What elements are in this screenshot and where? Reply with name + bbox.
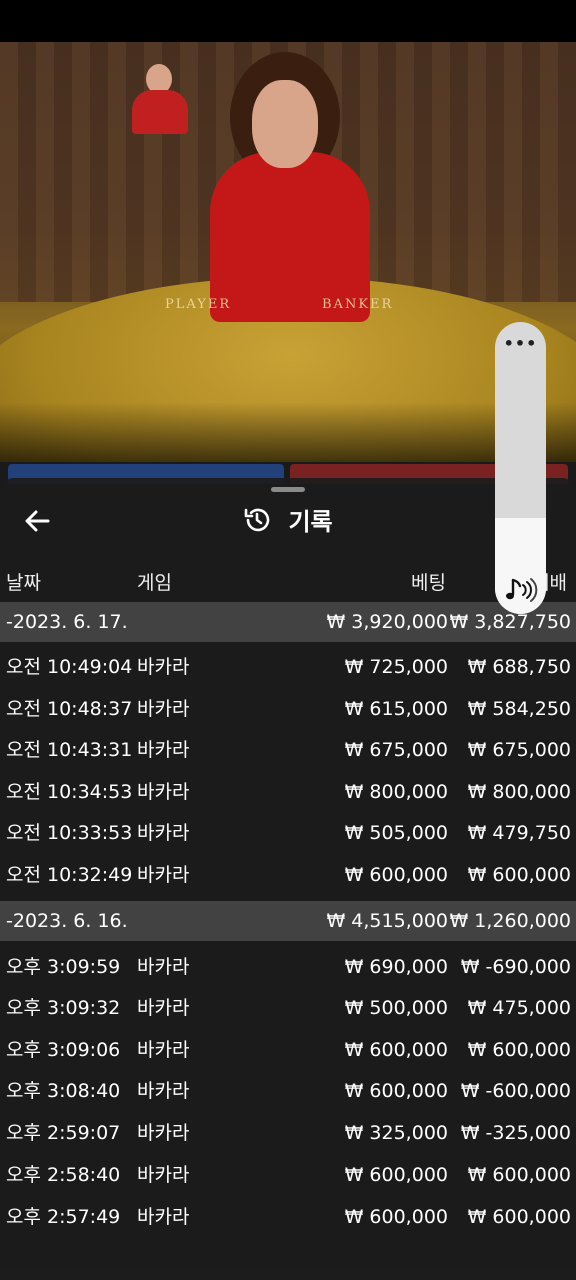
group-date: -2023. 6. 16. [6, 910, 128, 932]
table-row[interactable]: 오후 2:58:40 바카라 ₩ 600,000 ₩ 600,000 [0, 1155, 576, 1196]
page-title: 기록 [288, 508, 333, 536]
entry-game: 바카라 [137, 739, 190, 761]
background-dealer [128, 62, 192, 134]
entry-time: 오전 10:43:31 [6, 739, 133, 761]
table-row[interactable]: 오전 10:32:49 바카라 ₩ 600,000 ₩ 600,000 [0, 855, 576, 896]
entry-game: 바카라 [137, 864, 190, 886]
entry-game: 바카라 [137, 997, 190, 1019]
entry-time: 오후 2:59:07 [6, 1122, 121, 1144]
entry-bet: ₩ 725,000 [344, 656, 448, 678]
entry-bet: ₩ 600,000 [344, 1039, 448, 1061]
entry-bet: ₩ 600,000 [344, 864, 448, 886]
entry-game: 바카라 [137, 1164, 190, 1186]
history-sheet: 기록 날짜 게임 베팅 배배 -2023. 6. 17. ₩ 3,920,000 ₩… [0, 478, 576, 1280]
live-dealer-video: PLAYER BANKER [0, 42, 576, 482]
status-bar [0, 0, 576, 42]
table-label-player: PLAYER [165, 297, 232, 312]
group-date: -2023. 6. 17. [6, 611, 128, 633]
entry-time: 오후 2:58:40 [6, 1164, 121, 1186]
table-row[interactable]: 오후 3:08:40 바카라 ₩ 600,000 ₩ -600,000 [0, 1071, 576, 1112]
entry-game: 바카라 [137, 656, 190, 678]
entry-time: 오전 10:34:53 [6, 781, 133, 803]
volume-slider[interactable]: ••• [495, 322, 546, 614]
column-header-date: 날짜 [6, 572, 41, 594]
entry-game: 바카라 [137, 822, 190, 844]
table-row[interactable]: 오후 3:09:32 바카라 ₩ 500,000 ₩ 475,000 [0, 988, 576, 1029]
entry-payout: ₩ 800,000 [467, 781, 571, 803]
entry-bet: ₩ 325,000 [344, 1122, 448, 1144]
more-options-icon[interactable]: ••• [495, 334, 546, 353]
entry-payout: ₩ -600,000 [460, 1080, 571, 1102]
entry-payout: ₩ -690,000 [460, 956, 571, 978]
table-row[interactable]: 오후 2:57:49 바카라 ₩ 600,000 ₩ 600,000 [0, 1197, 576, 1238]
column-header-game: 게임 [137, 572, 172, 594]
entry-bet: ₩ 600,000 [344, 1164, 448, 1186]
entry-payout: ₩ -325,000 [460, 1122, 571, 1144]
date-group-row: -2023. 6. 16. ₩ 4,515,000 ₩ 1,260,000 [0, 901, 576, 941]
entry-payout: ₩ 584,250 [467, 698, 571, 720]
entry-game: 바카라 [137, 781, 190, 803]
entry-payout: ₩ 600,000 [467, 1164, 571, 1186]
entry-bet: ₩ 600,000 [344, 1080, 448, 1102]
entry-bet: ₩ 675,000 [344, 739, 448, 761]
entry-game: 바카라 [137, 1080, 190, 1102]
entry-bet: ₩ 690,000 [344, 956, 448, 978]
entry-time: 오전 10:49:04 [6, 656, 133, 678]
entry-time: 오전 10:32:49 [6, 864, 133, 886]
table-row[interactable]: 오전 10:34:53 바카라 ₩ 800,000 ₩ 800,000 [0, 772, 576, 813]
entry-payout: ₩ 675,000 [467, 739, 571, 761]
entry-payout: ₩ 475,000 [467, 997, 571, 1019]
column-header-bet: 베팅 [411, 572, 446, 594]
entry-time: 오후 3:08:40 [6, 1080, 121, 1102]
entry-bet: ₩ 505,000 [344, 822, 448, 844]
entry-payout: ₩ 688,750 [467, 656, 571, 678]
entry-payout: ₩ 600,000 [467, 1206, 571, 1228]
table-label-banker: BANKER [322, 297, 394, 312]
sheet-grab-handle[interactable] [271, 487, 305, 492]
table-row[interactable]: 오전 10:49:04 바카라 ₩ 725,000 ₩ 688,750 [0, 647, 576, 688]
history-title: 기록 [0, 502, 576, 542]
entry-time: 오후 3:09:59 [6, 956, 121, 978]
date-group-row: -2023. 6. 17. ₩ 3,920,000 ₩ 3,827,750 [0, 602, 576, 642]
entry-time: 오후 3:09:06 [6, 1039, 121, 1061]
entry-time: 오전 10:33:53 [6, 822, 133, 844]
history-icon [243, 506, 271, 534]
table-row[interactable]: 오후 3:09:59 바카라 ₩ 690,000 ₩ -690,000 [0, 947, 576, 988]
entry-time: 오후 2:57:49 [6, 1206, 121, 1228]
entry-game: 바카라 [137, 1039, 190, 1061]
table-row[interactable]: 오후 2:59:07 바카라 ₩ 325,000 ₩ -325,000 [0, 1113, 576, 1154]
entry-time: 오후 3:09:32 [6, 997, 121, 1019]
entry-payout: ₩ 479,750 [467, 822, 571, 844]
entry-payout: ₩ 600,000 [467, 864, 571, 886]
entry-payout: ₩ 600,000 [467, 1039, 571, 1061]
entry-game: 바카라 [137, 1206, 190, 1228]
group-bet-total: ₩ 3,920,000 [326, 611, 448, 633]
entry-bet: ₩ 800,000 [344, 781, 448, 803]
dealer [200, 52, 380, 322]
table-row[interactable]: 오전 10:48:37 바카라 ₩ 615,000 ₩ 584,250 [0, 689, 576, 730]
music-note-sound-icon[interactable] [503, 576, 539, 604]
entry-bet: ₩ 615,000 [344, 698, 448, 720]
group-payout-total: ₩ 1,260,000 [449, 910, 571, 932]
entry-bet: ₩ 500,000 [344, 997, 448, 1019]
entry-game: 바카라 [137, 956, 190, 978]
entry-game: 바카라 [137, 1122, 190, 1144]
table-row[interactable]: 오후 3:09:06 바카라 ₩ 600,000 ₩ 600,000 [0, 1030, 576, 1071]
table-row[interactable]: 오전 10:33:53 바카라 ₩ 505,000 ₩ 479,750 [0, 813, 576, 854]
group-bet-total: ₩ 4,515,000 [326, 910, 448, 932]
entry-game: 바카라 [137, 698, 190, 720]
entry-bet: ₩ 600,000 [344, 1206, 448, 1228]
entry-time: 오전 10:48:37 [6, 698, 133, 720]
table-row[interactable]: 오전 10:43:31 바카라 ₩ 675,000 ₩ 675,000 [0, 730, 576, 771]
